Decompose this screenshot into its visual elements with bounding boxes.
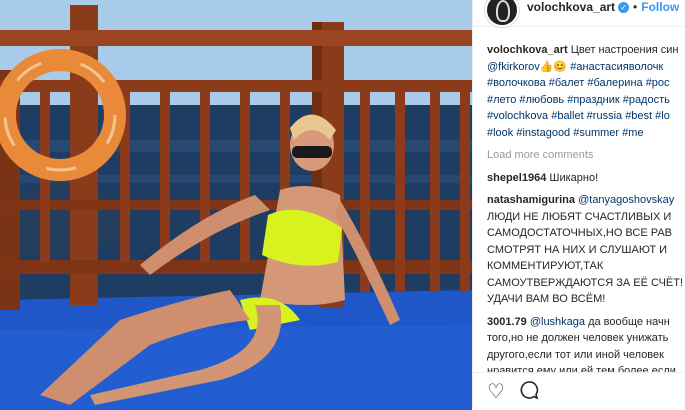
load-more-comments-link[interactable]: Load more comments bbox=[487, 147, 685, 164]
caption-hashtags-1[interactable]: #анастасияволочк bbox=[570, 61, 663, 73]
comment-text: ЛЮДИ НЕ ЛЮБЯТ СЧАСТЛИВЫХ И САМОДОСТАТОЧН… bbox=[487, 210, 684, 306]
caption-mention[interactable]: @fkirkorov bbox=[487, 61, 540, 73]
post-header: volochkova_art ✓ • Follow bbox=[473, 0, 685, 27]
avatar-icon bbox=[496, 0, 510, 22]
verified-badge-icon: ✓ bbox=[618, 1, 630, 13]
caption-hashtags-4[interactable]: #volochkova #ballet #russia #best #lo bbox=[487, 110, 670, 122]
caption-hashtags-3[interactable]: #лето #любовь #праздник #радость bbox=[487, 94, 670, 106]
post-photo[interactable] bbox=[0, 0, 472, 410]
post-actions: ♡ bbox=[473, 372, 685, 410]
follow-button[interactable]: Follow bbox=[641, 0, 679, 14]
comments-list: volochkova_art Цвет настроения син @fkir… bbox=[487, 42, 685, 386]
avatar[interactable] bbox=[485, 0, 519, 27]
caption-emojis: 👍😊 bbox=[539, 60, 568, 73]
header-separator: • bbox=[633, 0, 638, 14]
post-sidebar: volochkova_art ✓ • Follow volochkova_art… bbox=[472, 0, 685, 410]
comment-username[interactable]: 3001.79 bbox=[487, 316, 527, 328]
comment-mention[interactable]: @tanyagoshovskay bbox=[578, 194, 674, 206]
comment-username[interactable]: shepel1964 bbox=[487, 172, 546, 184]
comment-item: natashamigurina @tanyagoshovskay ЛЮДИ НЕ… bbox=[487, 192, 685, 308]
caption-hashtags-5[interactable]: #look #instagood #summer #me bbox=[487, 127, 644, 139]
comment-item: shepel1964 Шикарно! bbox=[487, 170, 685, 187]
comment-text: Шикарно! bbox=[549, 171, 599, 184]
photo-scene bbox=[0, 0, 472, 410]
caption-hashtags-2[interactable]: #волочкова #балет #балерина #рос bbox=[487, 77, 670, 89]
caption: volochkova_art Цвет настроения син @fkir… bbox=[487, 42, 685, 141]
caption-text: Цвет настроения син bbox=[570, 44, 679, 56]
heart-icon[interactable]: ♡ bbox=[487, 382, 505, 402]
header-username[interactable]: volochkova_art bbox=[527, 0, 615, 14]
caption-username[interactable]: volochkova_art bbox=[487, 44, 568, 56]
comment-item: 3001.79 @lushkaga да вообще начн того,но… bbox=[487, 314, 685, 380]
comment-icon[interactable] bbox=[519, 380, 539, 404]
comment-username[interactable]: natashamigurina bbox=[487, 194, 575, 206]
comment-mention[interactable]: @lushkaga bbox=[530, 316, 585, 328]
